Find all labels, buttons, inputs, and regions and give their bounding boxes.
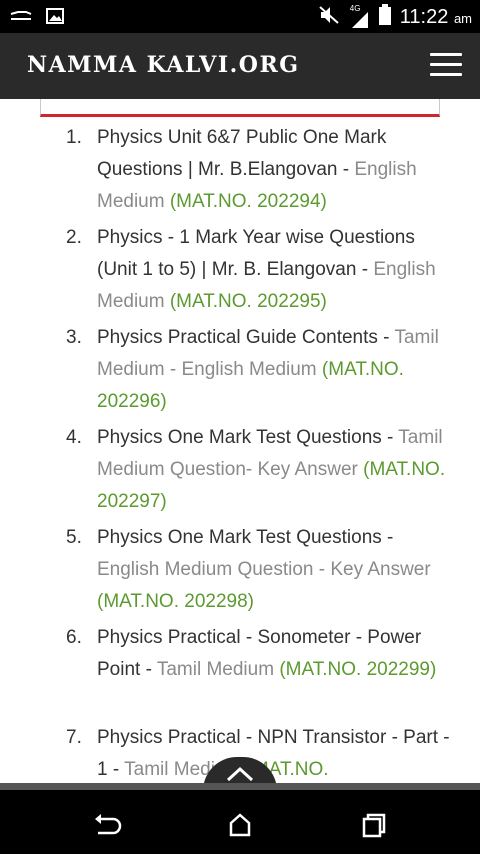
list-item-matno[interactable]: (MAT.NO. 202295) <box>170 291 327 312</box>
list-item-title[interactable]: Physics One Mark Test Questions - <box>97 527 393 548</box>
back-icon[interactable] <box>89 808 123 842</box>
network-type-label: 4G <box>349 3 361 13</box>
list-item-number: 2. <box>66 227 82 248</box>
list-item-title[interactable]: Physics Practical Guide Contents - <box>97 327 390 348</box>
mute-icon <box>318 5 340 30</box>
image-icon <box>46 8 64 29</box>
list-item-number: 7. <box>66 727 82 748</box>
clock: 11:22 am <box>400 5 472 31</box>
site-title[interactable]: NAMMA KALVI.ORG <box>27 52 300 78</box>
list-item-medium[interactable]: English Medium Question - Key Answer <box>97 559 431 580</box>
list-item-matno[interactable]: (MAT.NO. 202298) <box>97 591 254 612</box>
clock-ampm: am <box>453 10 472 26</box>
list-item-number: 3. <box>66 327 82 348</box>
list-item-number: 4. <box>66 427 82 448</box>
list-item-medium[interactable]: Tamil Medium <box>152 659 274 680</box>
home-icon[interactable] <box>223 808 257 842</box>
banner-image-edge <box>40 99 440 117</box>
list-item-number: 6. <box>66 627 82 648</box>
list-item-matno[interactable]: (MAT.NO. 202299) <box>279 659 436 680</box>
usb-icon <box>10 9 32 28</box>
list-item-number: 1. <box>66 127 82 148</box>
battery-icon <box>378 4 392 31</box>
navigation-bar <box>0 783 480 854</box>
signal-icon: 4G <box>348 3 370 30</box>
list-item-title[interactable]: Physics One Mark Test Questions - <box>97 427 393 448</box>
site-header: NAMMA KALVI.ORG <box>0 33 480 99</box>
list-item-number: 5. <box>66 527 82 548</box>
clock-time: 11:22 <box>399 5 449 28</box>
list-item-matno[interactable]: (MAT.NO. 202294) <box>170 191 327 212</box>
recent-apps-icon[interactable] <box>356 808 390 842</box>
list-item-title[interactable]: Physics Unit 6&7 Public One Mark Questio… <box>97 127 386 180</box>
navigation-bar-divider <box>0 783 480 790</box>
status-bar: 4G 11:22 am <box>0 0 480 33</box>
hamburger-menu-icon[interactable] <box>430 51 462 79</box>
